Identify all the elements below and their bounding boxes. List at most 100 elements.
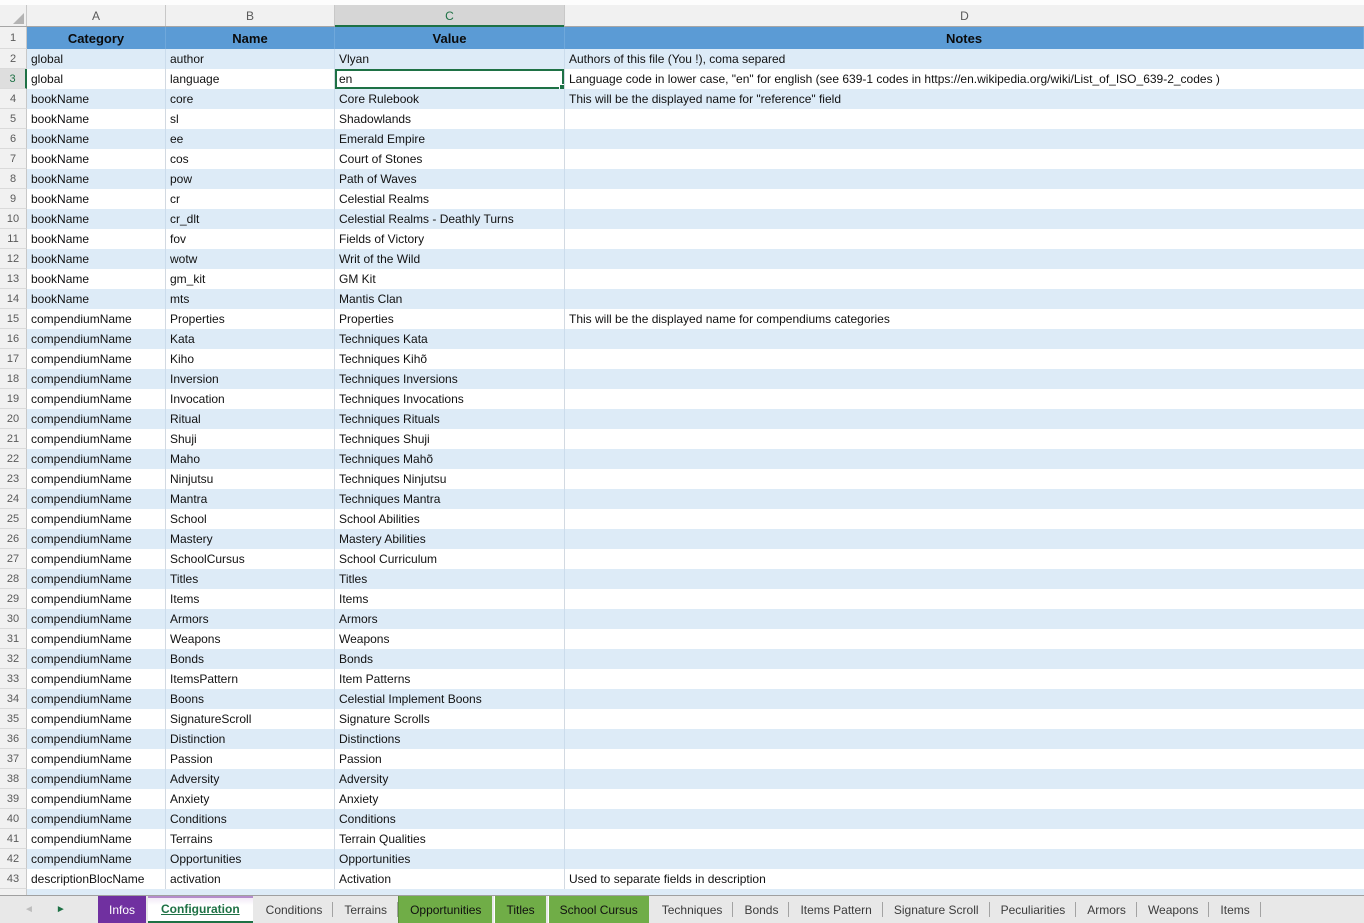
cell-category[interactable]: bookName (27, 209, 166, 229)
cell-value[interactable]: Terrain Qualities (335, 829, 565, 849)
sheet-tab-items[interactable]: Items (1209, 896, 1260, 923)
cell-name[interactable]: Distinction (166, 729, 335, 749)
cell-value[interactable]: Techniques Kihõ (335, 349, 565, 369)
cell-value[interactable]: Techniques Inversions (335, 369, 565, 389)
cell-notes[interactable] (565, 389, 1364, 409)
column-header-c[interactable]: C (335, 5, 565, 26)
cell-category[interactable]: bookName (27, 269, 166, 289)
cell-category[interactable]: compendiumName (27, 749, 166, 769)
cell-name[interactable]: core (166, 89, 335, 109)
cell-name[interactable]: Boons (166, 689, 335, 709)
cell-notes[interactable] (565, 369, 1364, 389)
cell-notes[interactable] (565, 629, 1364, 649)
cell-category[interactable]: compendiumName (27, 789, 166, 809)
cell-category[interactable]: compendiumName (27, 809, 166, 829)
cell-name[interactable]: cr_dlt (166, 209, 335, 229)
cell-name[interactable]: ee (166, 129, 335, 149)
cell-value[interactable]: Court of Stones (335, 149, 565, 169)
cell-value[interactable]: School Curriculum (335, 549, 565, 569)
cell-notes[interactable] (565, 469, 1364, 489)
cell-name[interactable]: School (166, 509, 335, 529)
cell-name[interactable]: Conditions (166, 809, 335, 829)
row-header[interactable]: 43 (0, 869, 27, 889)
cell-notes[interactable] (565, 829, 1364, 849)
cell-category[interactable]: global (27, 69, 166, 89)
cell-value[interactable]: Celestial Realms (335, 189, 565, 209)
row-header[interactable]: 6 (0, 129, 27, 149)
cell-value[interactable]: Titles (335, 569, 565, 589)
sheet-tab-configuration[interactable]: Configuration (148, 896, 253, 923)
cell-notes[interactable] (565, 329, 1364, 349)
row-header[interactable]: 28 (0, 569, 27, 589)
cell-notes[interactable] (565, 449, 1364, 469)
cell-value[interactable]: Shadowlands (335, 109, 565, 129)
column-header-a[interactable]: A (27, 5, 166, 26)
cell-value[interactable]: Weapons (335, 629, 565, 649)
cell-name[interactable]: Mantra (166, 489, 335, 509)
row-header[interactable]: 41 (0, 829, 27, 849)
header-cell-notes[interactable]: Notes (565, 27, 1364, 49)
row-header[interactable]: 20 (0, 409, 27, 429)
cell-notes[interactable] (565, 269, 1364, 289)
cell-name[interactable]: Kata (166, 329, 335, 349)
cell-value[interactable]: Techniques Invocations (335, 389, 565, 409)
row-header[interactable]: 38 (0, 769, 27, 789)
cell-category[interactable]: compendiumName (27, 549, 166, 569)
row-header[interactable]: 16 (0, 329, 27, 349)
row-header[interactable]: 5 (0, 109, 27, 129)
row-header[interactable]: 11 (0, 229, 27, 249)
cell-value[interactable]: Conditions (335, 809, 565, 829)
cell-notes[interactable] (565, 209, 1364, 229)
cell-value[interactable]: Celestial Realms - Deathly Turns (335, 209, 565, 229)
cell-category[interactable]: bookName (27, 129, 166, 149)
cell-notes[interactable]: This will be the displayed name for "ref… (565, 89, 1364, 109)
cell-notes[interactable]: Language code in lower case, "en" for en… (565, 69, 1364, 89)
cell-value[interactable]: Mantis Clan (335, 289, 565, 309)
cell-name[interactable]: Opportunities (166, 849, 335, 869)
row-header[interactable]: 17 (0, 349, 27, 369)
cell-name[interactable]: SignatureScroll (166, 709, 335, 729)
row-header[interactable]: 29 (0, 589, 27, 609)
cell-category[interactable]: bookName (27, 89, 166, 109)
cell-notes[interactable] (565, 569, 1364, 589)
cell-notes[interactable] (565, 809, 1364, 829)
sheet-tab-signature-scroll[interactable]: Signature Scroll (883, 896, 990, 923)
cell-name[interactable]: language (166, 69, 335, 89)
cell-category[interactable]: compendiumName (27, 569, 166, 589)
sheet-tab-opportunities[interactable]: Opportunities (398, 896, 492, 923)
row-header[interactable]: 31 (0, 629, 27, 649)
cell-name[interactable]: author (166, 49, 335, 69)
cell-name[interactable]: Items (166, 589, 335, 609)
cell-name[interactable]: Shuji (166, 429, 335, 449)
cell-value[interactable]: Techniques Shuji (335, 429, 565, 449)
cell-notes[interactable] (565, 589, 1364, 609)
cell-category[interactable]: compendiumName (27, 689, 166, 709)
row-header[interactable]: 19 (0, 389, 27, 409)
cell-notes[interactable] (565, 729, 1364, 749)
row-header[interactable]: 37 (0, 749, 27, 769)
cell-category[interactable]: compendiumName (27, 369, 166, 389)
column-header-d[interactable]: D (565, 5, 1364, 26)
cell-value[interactable]: Techniques Rituals (335, 409, 565, 429)
row-header[interactable]: 12 (0, 249, 27, 269)
row-header[interactable]: 39 (0, 789, 27, 809)
cell-name[interactable]: Terrains (166, 829, 335, 849)
cell-notes[interactable] (565, 489, 1364, 509)
cell-value[interactable]: GM Kit (335, 269, 565, 289)
cell-category[interactable]: bookName (27, 229, 166, 249)
sheet-tab-terrains[interactable]: Terrains (333, 896, 398, 923)
cell-category[interactable]: compendiumName (27, 649, 166, 669)
cell-notes[interactable] (565, 149, 1364, 169)
cell-name[interactable]: cos (166, 149, 335, 169)
cell-value[interactable]: Techniques Ninjutsu (335, 469, 565, 489)
cell-value[interactable]: Mastery Abilities (335, 529, 565, 549)
sheet-tab-titles[interactable]: Titles (494, 896, 545, 923)
cell-value[interactable]: Vlyan (335, 49, 565, 69)
sheet-tab-conditions[interactable]: Conditions (255, 896, 334, 923)
cell-name[interactable]: Weapons (166, 629, 335, 649)
row-header[interactable]: 23 (0, 469, 27, 489)
cell-value[interactable]: Celestial Implement Boons (335, 689, 565, 709)
sheet-tab-bonds[interactable]: Bonds (733, 896, 789, 923)
cell-name[interactable]: Titles (166, 569, 335, 589)
row-header[interactable]: 8 (0, 169, 27, 189)
